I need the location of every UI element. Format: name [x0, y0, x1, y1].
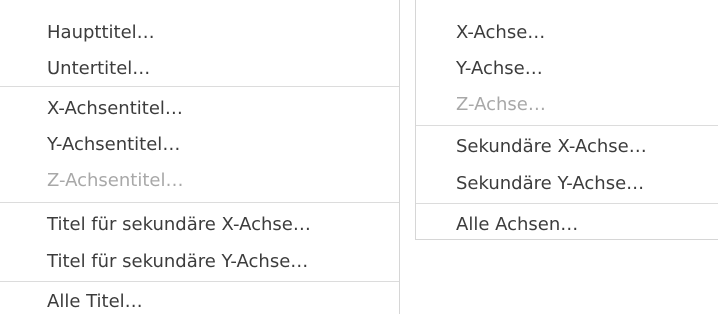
menu-item-x-axis[interactable]: X-Achse…: [416, 14, 718, 52]
axes-menu: X-Achse… Y-Achse… Z-Achse… Sekundäre X-A…: [415, 0, 718, 240]
menu-separator: [0, 202, 399, 203]
titles-menu: Haupttitel… Untertitel… X-Achsentitel… Y…: [0, 0, 400, 314]
menu-item-z-axis: Z-Achse…: [456, 94, 546, 115]
menu-separator: [416, 203, 718, 204]
menu-item-secondary-y-axis[interactable]: Sekundäre Y-Achse…: [416, 165, 718, 203]
menu-separator: [0, 281, 399, 282]
menu-item-all-axes[interactable]: Alle Achsen…: [416, 206, 718, 244]
menu-separator: [0, 86, 399, 87]
menu-item-x-axis-title[interactable]: X-Achsentitel…: [0, 90, 399, 128]
menu-item-secondary-x-axis[interactable]: Sekundäre X-Achse…: [416, 128, 718, 166]
menu-item-y-axis-title[interactable]: Y-Achsentitel…: [0, 126, 399, 164]
menu-item-secondary-x-axis-title[interactable]: Titel für sekundäre X-Achse…: [0, 206, 399, 244]
menu-item-all-titles[interactable]: Alle Titel…: [0, 283, 399, 314]
menu-separator: [416, 125, 718, 126]
menu-item-z-axis-title: Z-Achsentitel…: [47, 170, 184, 191]
menu-item-y-axis[interactable]: Y-Achse…: [416, 50, 718, 88]
menu-item-main-title[interactable]: Haupttitel…: [0, 14, 399, 52]
menu-item-subtitle[interactable]: Untertitel…: [0, 50, 399, 88]
menu-item-secondary-y-axis-title[interactable]: Titel für sekundäre Y-Achse…: [0, 243, 399, 281]
